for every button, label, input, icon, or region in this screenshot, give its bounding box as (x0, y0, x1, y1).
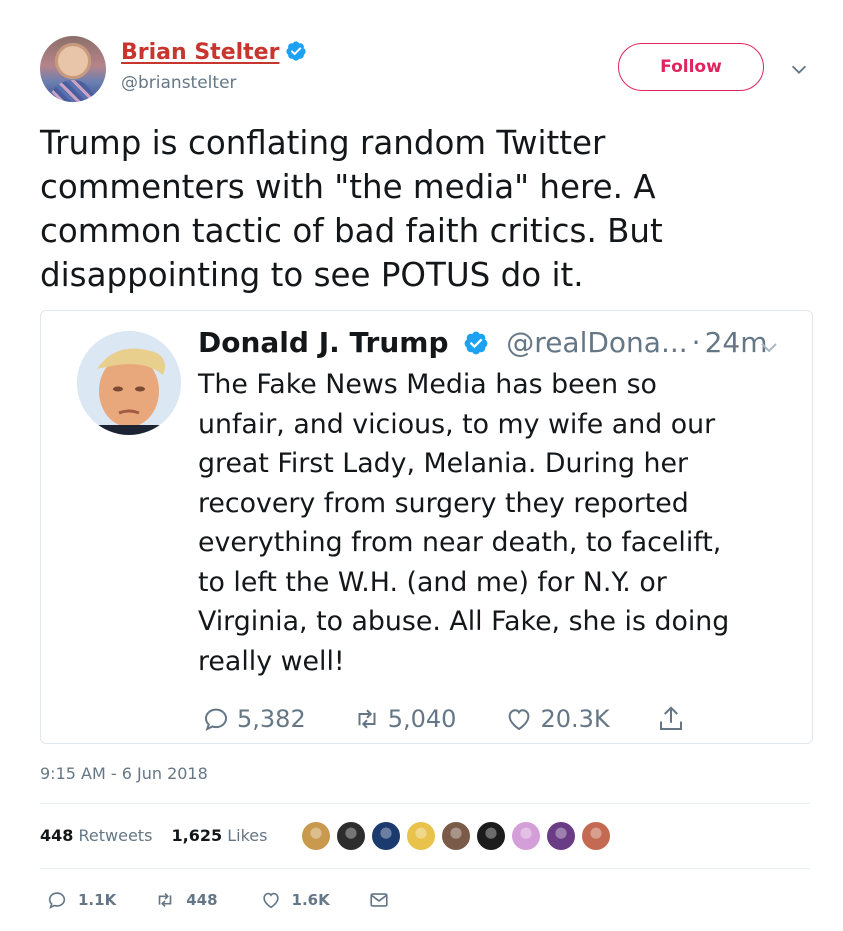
quoted-like-button[interactable]: 20.3K (504, 704, 610, 734)
quoted-tweet-card[interactable]: Donald J. Trump @realDona... · 24m The Fak… (40, 310, 813, 744)
like-button[interactable]: 1.6K (260, 889, 330, 911)
heart-icon (262, 892, 279, 909)
quoted-line: everything from near death, to facelift, (198, 527, 722, 558)
author-handle[interactable]: @brianstelter (121, 73, 237, 93)
quoted-author-handle[interactable]: @realDona... (506, 326, 687, 359)
liker-avatar-8[interactable] (545, 820, 577, 852)
reply-button[interactable]: 1.1K (46, 889, 116, 911)
quoted-header: Donald J. Trump @realDona... · 24m (198, 326, 767, 359)
liker-avatar-2[interactable] (335, 820, 367, 852)
retweet-stat-count: 448 (40, 826, 74, 845)
retweet-count: 448 (186, 891, 218, 909)
tweet-actions: 1.1K 448 1.6K (46, 889, 400, 911)
reply-icon (204, 708, 228, 731)
quoted-avatar-portrait (77, 331, 181, 435)
like-stat-count: 1,625 (171, 826, 223, 845)
quoted-line: to left the W.H. (and me) for N.Y. or (198, 566, 667, 598)
divider (40, 803, 810, 804)
quoted-line: Virginia, to abuse. All Fake, she is doi… (198, 606, 730, 637)
quoted-retweet-button[interactable]: 5,040 (352, 704, 457, 734)
chevron-down-icon[interactable] (757, 335, 781, 359)
chevron-down-icon[interactable] (788, 58, 810, 80)
quoted-line: really well! (198, 645, 345, 677)
quoted-retweet-count: 5,040 (387, 705, 457, 733)
liker-avatar-4[interactable] (405, 820, 437, 852)
follow-button[interactable]: Follow (618, 43, 764, 91)
tweet-text: Trump is conflating random Twitter comme… (40, 121, 740, 297)
tweet-line: commenters with "the media" here. A (40, 168, 656, 206)
retweet-stat[interactable]: 448 Retweets (40, 826, 152, 845)
quoted-line: unfair, and vicious, to my wife and our (198, 408, 716, 440)
quoted-author-avatar[interactable] (77, 331, 181, 435)
verified-badge-icon (465, 331, 488, 355)
liker-avatar-3[interactable] (370, 820, 402, 852)
like-count: 1.6K (291, 891, 330, 909)
reply-count: 1.1K (78, 891, 117, 909)
quoted-reply-button[interactable]: 5,382 (201, 704, 306, 734)
author-avatar[interactable] (40, 36, 106, 102)
quoted-actions: 5,382 5,040 20.3K (201, 704, 692, 734)
retweet-icon (358, 709, 376, 729)
direct-message-button[interactable] (368, 889, 400, 911)
quoted-reply-count: 5,382 (237, 705, 306, 733)
reply-icon (48, 892, 66, 909)
liker-avatar-7[interactable] (510, 820, 542, 852)
author-name[interactable]: Brian Stelter (121, 40, 307, 65)
liker-avatar-9[interactable] (580, 820, 612, 852)
quoted-author-name[interactable]: Donald J. Trump (198, 326, 448, 359)
author-name-text[interactable]: Brian Stelter (121, 40, 279, 65)
separator-dot: · (691, 326, 701, 359)
liker-avatars (300, 820, 615, 852)
retweet-icon (158, 892, 172, 908)
liker-avatar-1[interactable] (300, 820, 332, 852)
heart-icon (509, 709, 530, 731)
quoted-line: The Fake News Media has been so (198, 369, 657, 400)
retweet-stat-label: Retweets (78, 826, 153, 845)
quoted-share-button[interactable] (656, 704, 692, 734)
liker-avatar-6[interactable] (475, 820, 507, 852)
like-stat[interactable]: 1,625 Likes (172, 826, 268, 845)
quoted-like-count: 20.3K (540, 705, 610, 733)
tweet-line: disappointing to see POTUS do it. (40, 256, 584, 294)
quoted-line: great First Lady, Melania. During her (198, 448, 688, 479)
verified-badge-icon (286, 41, 307, 61)
like-stat-label: Likes (227, 826, 268, 845)
quoted-line: recovery from surgery they reported (198, 487, 689, 519)
tweet-line: Trump is conflating random Twitter (40, 124, 606, 162)
tweet-timestamp[interactable]: 9:15 AM - 6 Jun 2018 (40, 764, 208, 783)
tweet-line: common tactic of bad faith critics. But (40, 212, 663, 250)
quoted-tweet-text: The Fake News Media has been so unfair, … (198, 365, 798, 681)
envelope-icon (370, 893, 388, 907)
retweet-button[interactable]: 448 (154, 889, 218, 911)
tweet-stats: 448 Retweets 1,625 Likes (40, 826, 267, 845)
liker-avatar-5[interactable] (440, 820, 472, 852)
share-icon (659, 706, 682, 730)
divider (40, 868, 810, 869)
